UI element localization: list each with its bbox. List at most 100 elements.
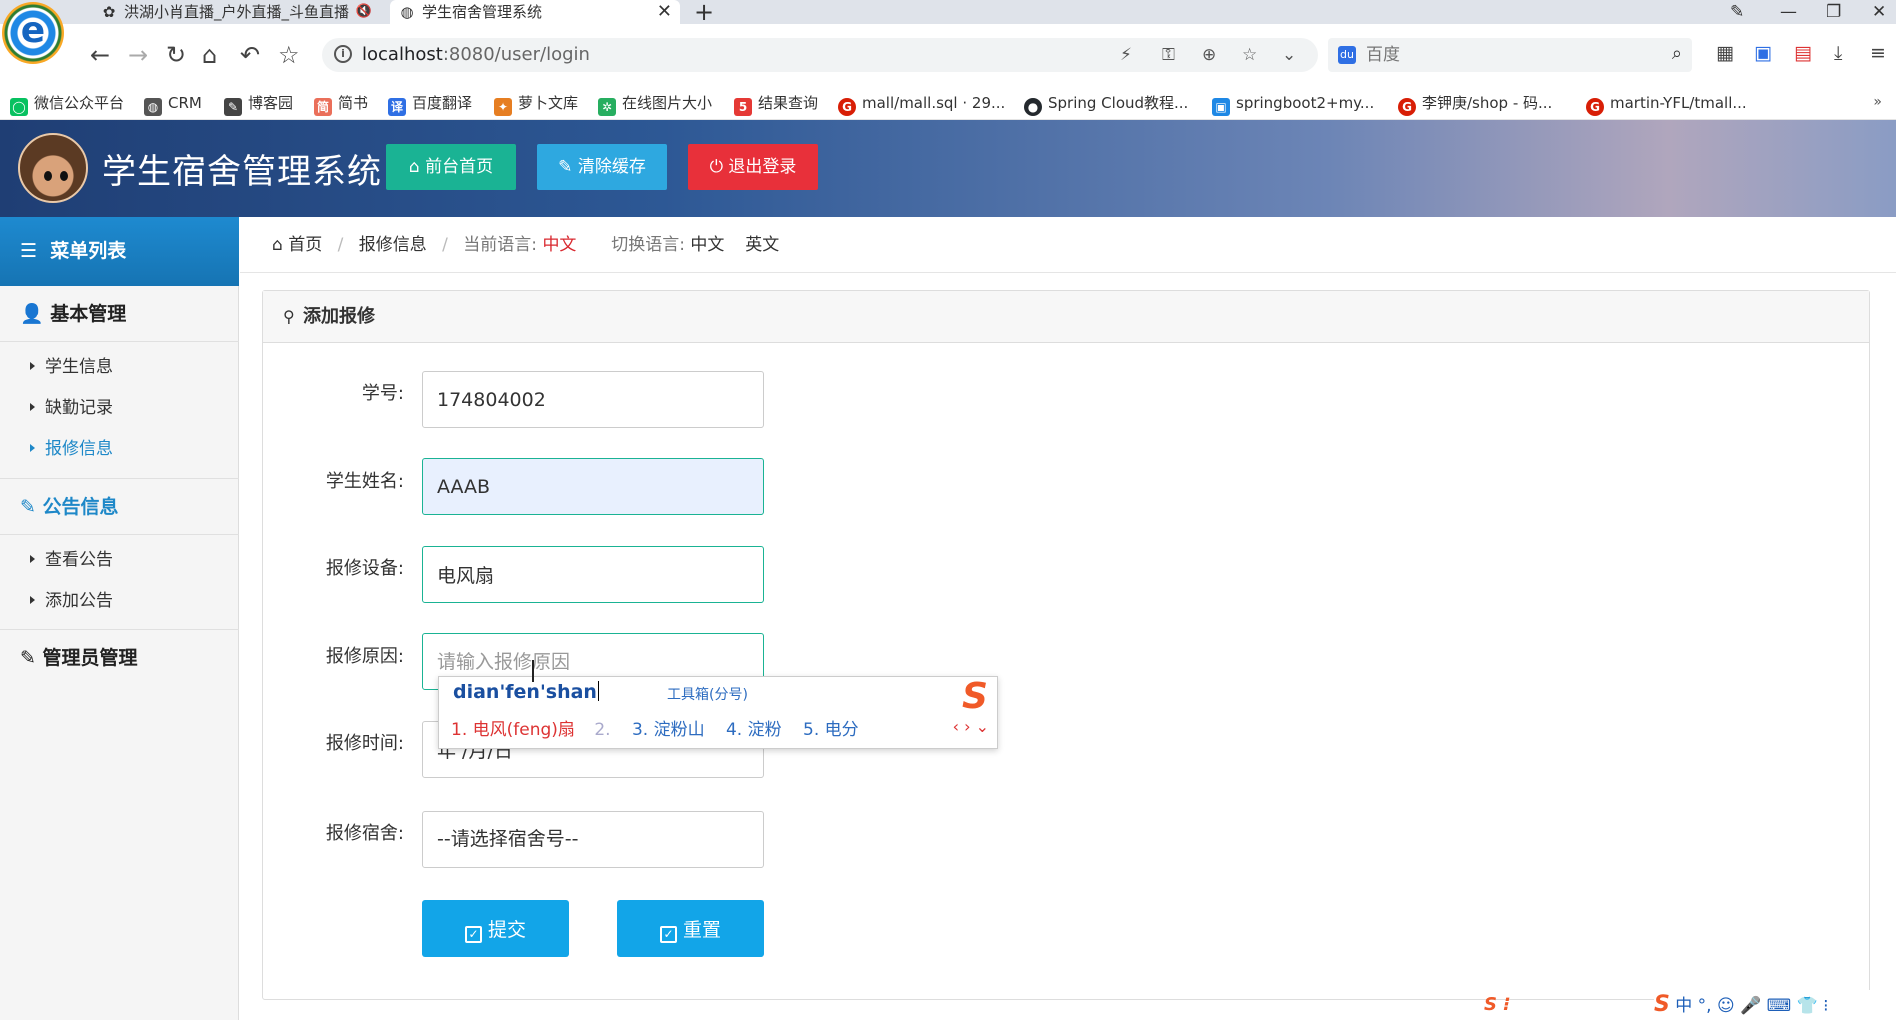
result-icon: 5 — [734, 98, 752, 116]
bookmark-item[interactable]: ◍ CRM — [144, 92, 202, 116]
search-box[interactable]: du ⌕ — [1328, 38, 1692, 72]
sogou-tray-icon[interactable]: S ⁝ — [1484, 994, 1510, 1015]
translate-icon[interactable]: ▣ — [1754, 42, 1772, 64]
close-tab-icon[interactable]: ✕ — [657, 0, 672, 24]
avatar-eye — [60, 171, 68, 181]
bookmark-item[interactable]: ◯ 微信公众平台 — [10, 92, 124, 116]
bookmark-item[interactable]: 译百度翻译 — [388, 92, 472, 116]
search-input[interactable] — [1366, 43, 1646, 67]
switch-language-zh[interactable]: 中文 — [690, 235, 724, 255]
tab-title: 洪湖小肖直播_户外直播_斗鱼直播 — [124, 3, 350, 21]
note-icon[interactable]: ✎ — [1730, 0, 1744, 24]
browser-tab-dorm[interactable]: ◍ 学生宿舍管理系统 ✕ — [390, 0, 680, 24]
ime-status-bar[interactable]: S 中 °, ☺ 🎤 ⌨ 👕 ⁝ — [1654, 990, 1896, 1020]
reload-icon[interactable]: ↻ — [166, 40, 186, 70]
url-bar[interactable]: i localhost:8080/user/login ⚡ ⚿ ⊕ ☆ ⌄ — [322, 38, 1318, 72]
forward-icon[interactable]: → — [128, 40, 148, 70]
logout-button[interactable]: ⏻ 退出登录 — [688, 144, 818, 190]
restore-button[interactable]: ❐ — [1826, 0, 1841, 24]
sidebar-group-admin[interactable]: ✎ 管理员管理 — [0, 630, 239, 686]
current-language-value: 中文 — [542, 235, 577, 255]
pdf-icon[interactable]: ▤ — [1794, 42, 1812, 64]
grid-icon[interactable]: ▦ — [1716, 42, 1734, 64]
dorm-select[interactable]: --请选择宿舍号-- — [422, 811, 764, 868]
sidebar-item-add-notice[interactable]: 添加公告 — [30, 589, 113, 613]
panel-title: 添加报修 — [303, 306, 375, 327]
back-icon[interactable]: ← — [90, 40, 110, 70]
clear-cache-button[interactable]: ✎ 清除缓存 — [537, 144, 667, 190]
sogou-logo-icon: S — [962, 676, 988, 717]
dorm-label: 报修宿舍: — [325, 823, 404, 844]
switch-language-en[interactable]: 英文 — [745, 235, 779, 255]
lightning-icon[interactable]: ⚡ — [1120, 45, 1132, 65]
bookmark-item[interactable]: ✲ 在线图片大小 — [598, 92, 712, 116]
breadcrumb-current[interactable]: 报修信息 — [359, 235, 427, 255]
mute-icon[interactable]: 🔇 — [356, 0, 372, 24]
repair-time-label: 报修时间: — [325, 733, 404, 754]
breadcrumb-separator: / — [337, 235, 344, 255]
panel-header: ⚲ 添加报修 — [263, 291, 1869, 343]
bookmarks-bar: ◯ 微信公众平台 ◍ CRM ✎ 博客园 简简书 译百度翻译 ✦ 萝卜文库 ✲ 在线图片大… — [0, 86, 1896, 120]
search-icon[interactable]: ⌕ — [1672, 43, 1682, 64]
bookmarks-more-icon[interactable]: » — [1873, 94, 1882, 110]
key-icon[interactable]: ⚿ — [1162, 45, 1175, 65]
ime-candidate[interactable]: 3. 淀粉山 — [632, 720, 705, 740]
globe-icon: ◍ — [144, 98, 162, 116]
bookmark-item[interactable]: Gmartin-YFL/tmall... — [1586, 92, 1747, 116]
reset-button[interactable]: ✓ 重置 — [617, 900, 764, 957]
edit-icon: ✎ — [20, 647, 43, 669]
ime-page-nav[interactable]: ‹ › ⌄ — [953, 717, 989, 736]
submit-button[interactable]: ✓ 提交 — [422, 900, 569, 957]
home-icon[interactable]: ⌂ — [202, 40, 217, 70]
info-icon[interactable]: i — [334, 45, 352, 63]
app-title: 学生宿舍管理系统 — [102, 152, 382, 192]
bookmark-star-icon[interactable]: ☆ — [278, 40, 300, 70]
bookmark-item[interactable]: 简简书 — [314, 92, 368, 116]
breadcrumb-home[interactable]: 首页 — [288, 235, 322, 255]
undo-icon[interactable]: ↶ — [240, 40, 260, 70]
student-name-label: 学生姓名: — [325, 471, 404, 492]
ime-candidate[interactable]: 1. 电风(feng)扇 — [451, 720, 575, 740]
bookmark-item[interactable]: ● Spring Cloud教程... — [1024, 92, 1188, 116]
new-tab-button[interactable]: + — [694, 0, 714, 26]
menu-icon[interactable]: ≡ — [1870, 42, 1886, 64]
sidebar-group-notice[interactable]: ✎ 公告信息 — [0, 479, 239, 535]
browser-tab-douyu[interactable]: ✿ 洪湖小肖直播_户外直播_斗鱼直播 🔇 — [92, 0, 382, 24]
star-icon[interactable]: ☆ — [1242, 45, 1257, 65]
sidebar-group-basic[interactable]: 👤 基本管理 — [0, 286, 239, 342]
sidebar-item-absence[interactable]: 缺勤记录 — [30, 396, 113, 420]
ime-candidate[interactable]: 2. — [594, 720, 610, 740]
address-toolbar: ← → ↻ ⌂ ↶ ☆ i localhost:8080/user/login … — [0, 24, 1896, 86]
sidebar-item-repair[interactable]: 报修信息 — [30, 437, 113, 461]
minimize-button[interactable]: — — [1780, 0, 1797, 24]
ime-toolbox[interactable]: 工具箱(分号) — [667, 684, 748, 704]
student-id-input[interactable] — [422, 371, 764, 428]
close-window-button[interactable]: ✕ — [1872, 0, 1886, 24]
sidebar-item-students[interactable]: 学生信息 — [30, 355, 113, 379]
bookmark-item[interactable]: ▣ springboot2+my... — [1212, 92, 1374, 116]
equipment-label: 报修设备: — [325, 558, 404, 579]
bookmark-item[interactable]: Gmall/mall.sql · 29... — [838, 92, 1005, 116]
baidu-logo-icon: du — [1338, 46, 1356, 64]
sidebar-item-view-notice[interactable]: 查看公告 — [30, 548, 113, 572]
edit-icon: ✎ — [20, 496, 43, 518]
browser-tab-bar: ✿ 洪湖小肖直播_户外直播_斗鱼直播 🔇 ◍ 学生宿舍管理系统 ✕ + ✎ — … — [0, 0, 1896, 26]
ime-candidate[interactable]: 5. 电分 — [803, 720, 859, 740]
bookmark-item[interactable]: G 李钾庚/shop - 码... — [1398, 92, 1552, 116]
download-icon[interactable]: ⤓ — [1834, 42, 1842, 64]
chevron-down-icon[interactable]: ⌄ — [1282, 45, 1296, 65]
equipment-input[interactable] — [422, 546, 764, 603]
url-text[interactable]: localhost:8080/user/login — [362, 44, 590, 65]
translate-icon: 译 — [388, 98, 406, 116]
jianshu-icon: 简 — [314, 98, 332, 116]
bookmark-item[interactable]: ✎ 博客园 — [224, 92, 293, 116]
home-button[interactable]: ⌂ 前台首页 — [386, 144, 516, 190]
student-name-input[interactable] — [422, 458, 764, 515]
bookmark-item[interactable]: 5 结果查询 — [734, 92, 818, 116]
ime-candidate[interactable]: 4. 淀粉 — [726, 720, 782, 740]
list-icon: ☰ — [20, 240, 51, 262]
fish-icon: ✿ — [102, 3, 116, 21]
cnblogs-icon: ✎ — [224, 98, 242, 116]
bookmark-item[interactable]: ✦ 萝卜文库 — [494, 92, 578, 116]
zoom-icon[interactable]: ⊕ — [1202, 45, 1216, 65]
